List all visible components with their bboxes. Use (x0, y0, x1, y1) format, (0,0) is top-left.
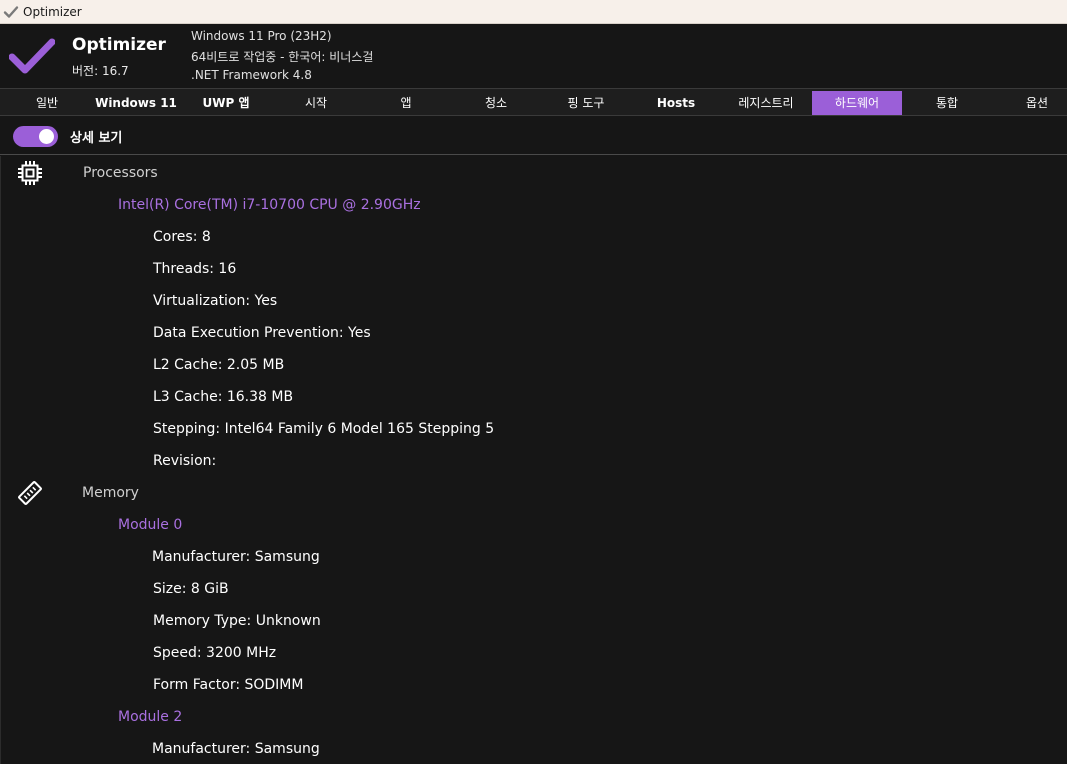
memory-module-detail: Speed: 3200 MHz (153, 645, 277, 661)
processor-detail: L3 Cache: 16.38 MB (153, 389, 294, 405)
detail-view-label: 상세 보기 (70, 131, 123, 146)
tab-integrator[interactable]: 통합 (902, 91, 992, 115)
app-header: Optimizer 버전: 16.7 Windows 11 Pro (23H2)… (0, 24, 1067, 88)
category-processors[interactable]: Processors (83, 163, 158, 183)
app-logo-checkmark-icon (8, 38, 56, 76)
category-memory[interactable]: Memory (82, 483, 139, 503)
app-version: 버전: 16.7 (72, 64, 129, 78)
memory-module-name[interactable]: Module 2 (118, 707, 182, 727)
processor-detail: Data Execution Prevention: Yes (153, 325, 371, 341)
hardware-tree: Processors Intel(R) Core(TM) i7-10700 CP… (0, 156, 1067, 764)
detail-toggle-row: 상세 보기 (0, 117, 1067, 155)
tab-hardware[interactable]: 하드웨어 (812, 91, 902, 115)
processor-detail: L2 Cache: 2.05 MB (153, 357, 285, 373)
app-name: Optimizer (72, 35, 166, 55)
tab-registry[interactable]: 레지스트리 (721, 91, 811, 115)
processor-detail: Stepping: Intel64 Family 6 Model 165 Ste… (153, 421, 495, 437)
detail-view-toggle[interactable] (13, 126, 58, 147)
cpu-icon (16, 159, 44, 187)
main-tab-bar: 일반 Windows 11 UWP 앱 시작 앱 청소 핑 도구 Hosts 레… (0, 88, 1067, 116)
processor-detail: Cores: 8 (153, 229, 211, 245)
memory-module-detail: Memory Type: Unknown (153, 613, 321, 629)
tab-hosts[interactable]: Hosts (631, 91, 721, 115)
tab-options[interactable]: 옵션 (992, 91, 1067, 115)
window-title: Optimizer (23, 4, 82, 19)
tab-ping-tool[interactable]: 핑 도구 (541, 91, 631, 115)
memory-module-detail: Manufacturer: Samsung (152, 741, 320, 757)
title-bar: Optimizer (0, 0, 1067, 24)
memory-icon (16, 479, 44, 507)
processor-name[interactable]: Intel(R) Core(TM) i7-10700 CPU @ 2.90GHz (118, 195, 421, 215)
tab-cleaner[interactable]: 청소 (451, 91, 541, 115)
toggle-knob (39, 129, 54, 144)
memory-module-detail: Form Factor: SODIMM (153, 677, 304, 693)
tab-uwp-apps[interactable]: UWP 앱 (181, 91, 271, 115)
memory-module-name[interactable]: Module 0 (118, 515, 182, 535)
os-info: Windows 11 Pro (23H2) (191, 29, 332, 43)
memory-module-detail: Size: 8 GiB (153, 581, 229, 597)
arch-info: 64비트로 작업중 - 한국어: 비너스걸 (191, 50, 374, 64)
tab-general[interactable]: 일반 (3, 91, 91, 115)
tab-apps[interactable]: 앱 (361, 91, 451, 115)
processor-detail: Revision: (153, 453, 217, 469)
processor-detail: Threads: 16 (153, 261, 237, 277)
tab-windows-11[interactable]: Windows 11 (91, 91, 181, 115)
memory-module-detail: Manufacturer: Samsung (152, 549, 320, 565)
tab-startup[interactable]: 시작 (271, 91, 361, 115)
framework-info: .NET Framework 4.8 (191, 68, 312, 82)
checkmark-icon (3, 4, 19, 20)
processor-detail: Virtualization: Yes (153, 293, 278, 309)
